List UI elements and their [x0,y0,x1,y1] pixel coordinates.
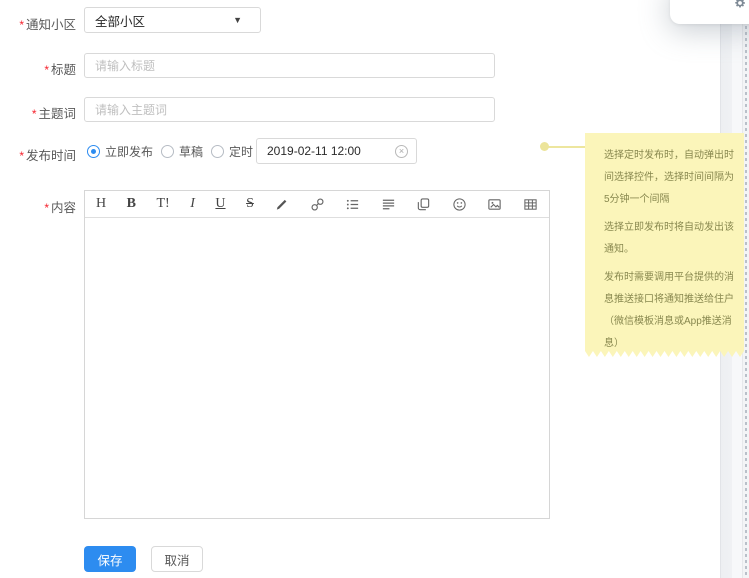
note-connector-dot [540,142,549,151]
field-label-title: *标题 [0,59,76,78]
note-paragraph: 选择定时发布时，自动弹出时间选择控件，选择时间间隔为5分钟一个间隔 [604,145,736,211]
note-paragraph: 发布时需要调用平台提供的消息推送接口将通知推送给住户（微信模板消息或App推送消… [604,267,736,355]
keywords-input[interactable] [84,97,495,122]
required-asterisk: * [32,107,37,121]
toolbar-bold-button[interactable]: B [127,194,136,214]
toolbar-list-button[interactable] [345,194,360,214]
field-label-community: *通知小区 [0,14,76,33]
copy-icon [416,197,431,212]
title-input[interactable] [84,53,495,78]
field-label-content: *内容 [0,197,76,216]
toolbar-table-button[interactable] [523,194,538,214]
required-asterisk: * [19,18,24,32]
note-paragraph: 选择立即发布时将自动发出该通知。 [604,217,736,261]
toolbar-strikethrough-button[interactable]: S [246,194,254,214]
field-label-keywords: *主题词 [0,103,76,122]
note-connector-line [545,146,586,148]
link-icon [310,197,325,212]
toolbar-image-button[interactable] [487,194,502,214]
toolbar-copy-button[interactable] [416,194,431,214]
clear-icon[interactable]: × [395,145,408,158]
list-icon [345,197,360,212]
required-asterisk: * [44,63,49,77]
toolbar-link-button[interactable] [310,194,325,214]
toolbar-italic-button[interactable]: I [190,194,195,214]
editor-toolbar: H B T! I U S [85,191,549,218]
editor-content-area[interactable] [85,218,549,518]
datetime-input[interactable]: 2019-02-11 12:00 × [256,138,417,164]
publish-time-radio-group: 立即发布 草稿 定时 [87,138,253,164]
cancel-button[interactable]: 取消 [151,546,203,572]
radio-option-draft[interactable]: 草稿 [161,143,203,160]
datetime-value: 2019-02-11 12:00 [267,144,395,158]
align-icon [381,197,396,212]
selection-dashed-line [745,20,747,578]
image-icon [487,197,502,212]
sticky-note: 选择定时发布时，自动弹出时间选择控件，选择时间间隔为5分钟一个间隔 选择立即发布… [585,133,744,357]
table-icon [523,197,538,212]
emoji-icon [452,197,467,212]
radio-icon [211,145,224,158]
radio-option-publish-now[interactable]: 立即发布 [87,143,153,160]
toolbar-align-button[interactable] [381,194,396,214]
radio-icon [161,145,174,158]
prototype-canvas: *通知小区 全部小区 ▼ *标题 *主题词 *发布时间 立即发布 草稿 定时 2… [0,0,749,578]
content-editor: H B T! I U S [84,190,550,519]
toolbar-font-size-button[interactable]: T! [157,194,170,214]
field-label-publish-time: *发布时间 [0,145,76,164]
radio-icon [87,145,100,158]
toolbar-pencil-button[interactable] [274,194,289,214]
gear-icon[interactable] [734,0,746,14]
required-asterisk: * [44,201,49,215]
required-asterisk: * [19,149,24,163]
community-select-value: 全部小区 [95,11,233,30]
community-select[interactable]: 全部小区 ▼ [84,7,261,33]
radio-option-scheduled[interactable]: 定时 [211,143,253,160]
toolbar-heading-button[interactable]: H [96,194,106,214]
chevron-down-icon: ▼ [233,15,242,25]
toolbar-underline-button[interactable]: U [215,194,225,214]
toolbar-emoji-button[interactable] [452,194,467,214]
save-button[interactable]: 保存 [84,546,136,572]
pencil-icon [274,197,289,212]
